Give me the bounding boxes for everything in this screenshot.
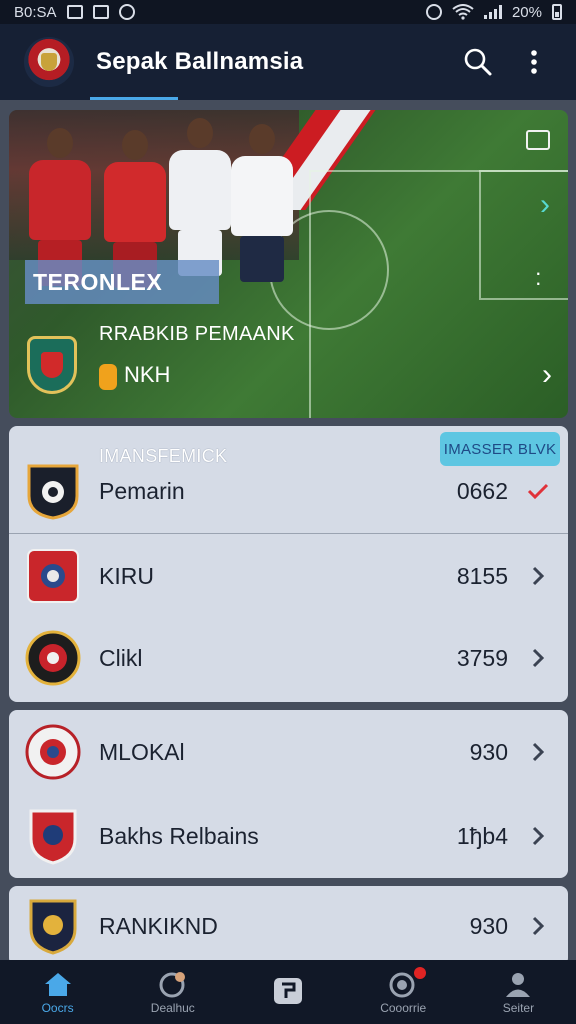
- nav-label: Dealhuc: [150, 1001, 195, 1015]
- ball-icon: [158, 969, 188, 999]
- home-icon: [43, 969, 73, 999]
- more-options-button[interactable]: [512, 40, 556, 84]
- bottom-navigation: Oocrs Dealhuc Cooorrie Seiter: [0, 960, 576, 1024]
- team-score: 8155: [456, 562, 508, 589]
- team-name: Clikl: [99, 644, 143, 671]
- team-score: 930: [469, 912, 508, 939]
- club-badge-icon: [25, 897, 81, 955]
- chevron-right-icon[interactable]: [524, 738, 552, 766]
- alarm-icon: [425, 4, 442, 20]
- player-figure: [169, 118, 231, 276]
- chevron-right-icon[interactable]: [524, 822, 552, 850]
- chevron-right-icon[interactable]: ›: [542, 358, 552, 392]
- pitch-box: [479, 170, 568, 300]
- nav-home[interactable]: Oocrs: [0, 960, 115, 1024]
- nav-label: Seiter: [502, 1001, 535, 1015]
- list-item[interactable]: Bakhs Relbains 1ђb4: [9, 794, 568, 878]
- list-item[interactable]: RANKIKND 930: [9, 890, 568, 962]
- sync-icon: [118, 4, 135, 20]
- club-badge-icon: [25, 547, 81, 605]
- next-slide-icon[interactable]: ›: [540, 188, 550, 222]
- team-crest-icon: [27, 336, 77, 394]
- team-name: RANKIKND: [99, 912, 218, 939]
- map-icon[interactable]: [526, 130, 550, 150]
- chevron-right-icon[interactable]: [524, 644, 552, 672]
- app-bar: Sepak Ballnamsia: [0, 24, 576, 100]
- nav-label: Cooorrie: [380, 1001, 427, 1015]
- notification-badge: [414, 967, 427, 979]
- search-icon: [464, 48, 492, 76]
- club-badge-icon: [25, 807, 81, 865]
- chevron-right-icon[interactable]: [524, 912, 552, 940]
- team-list-card: RANKIKND 930: [9, 886, 568, 966]
- club-badge-icon: [25, 629, 81, 687]
- app-logo: [24, 37, 74, 87]
- hero-tag: TERONLEX: [25, 260, 219, 304]
- live-indicator-icon: [99, 364, 117, 390]
- search-button[interactable]: [456, 40, 500, 84]
- battery-icon: [552, 4, 562, 20]
- status-time: B0:SA: [14, 3, 57, 21]
- team-list-card: MLOKAl 930 Bakhs Relbains 1ђb4: [9, 710, 568, 878]
- team-name: Pemarin: [99, 477, 185, 504]
- team-name: Bakhs Relbains: [99, 822, 259, 849]
- club-badge-icon: [25, 723, 81, 781]
- team-name: KIRU: [99, 562, 154, 589]
- team-score: 930: [469, 738, 508, 765]
- team-score: 1ђb4: [456, 822, 508, 849]
- wifi-icon: [452, 4, 474, 20]
- list-item[interactable]: Pemarin 0662: [9, 446, 568, 536]
- profile-icon: [503, 969, 533, 999]
- main-content: › · · TERONLEX RRABKIB PEMAANK NKH › IMAN…: [0, 100, 576, 966]
- nav-label: Oocrs: [41, 1001, 74, 1015]
- hero-banner[interactable]: › · · TERONLEX RRABKIB PEMAANK NKH ›: [9, 110, 568, 418]
- slide-dots-icon: · ·: [534, 260, 542, 295]
- hero-subtitle: RRABKIB PEMAANK: [99, 323, 295, 345]
- list-item[interactable]: Clikl 3759: [9, 616, 568, 700]
- gallery-icon: [66, 5, 83, 19]
- nav-profile[interactable]: Seiter: [461, 960, 576, 1024]
- signal-icon: [483, 5, 502, 19]
- battery-percent: 20%: [511, 3, 542, 21]
- checkmark-icon[interactable]: [524, 477, 552, 505]
- player-figure: [231, 124, 293, 282]
- nav-record[interactable]: Cooorrie: [346, 960, 461, 1024]
- nav-grid[interactable]: [230, 960, 345, 1024]
- image-icon: [92, 5, 109, 19]
- hero-chip-label: NKH: [124, 362, 171, 387]
- grid-icon: [273, 976, 303, 1006]
- club-badge-icon: [25, 462, 81, 520]
- team-score: 0662: [456, 477, 508, 504]
- nav-matches[interactable]: Dealhuc: [115, 960, 230, 1024]
- team-score: 3759: [456, 644, 508, 671]
- more-vert-icon: [531, 50, 537, 74]
- team-list-card: IMANSFEMICK IMASSER BLVK Pemarin 0662 KI…: [9, 426, 568, 702]
- app-title: Sepak Ballnamsia: [96, 48, 304, 75]
- record-icon: [388, 967, 427, 999]
- list-item[interactable]: KIRU 8155: [9, 534, 568, 618]
- status-bar: B0:SA 20%: [0, 0, 576, 24]
- team-name: MLOKAl: [99, 738, 185, 765]
- chevron-right-icon[interactable]: [524, 562, 552, 590]
- list-item[interactable]: MLOKAl 930: [9, 710, 568, 794]
